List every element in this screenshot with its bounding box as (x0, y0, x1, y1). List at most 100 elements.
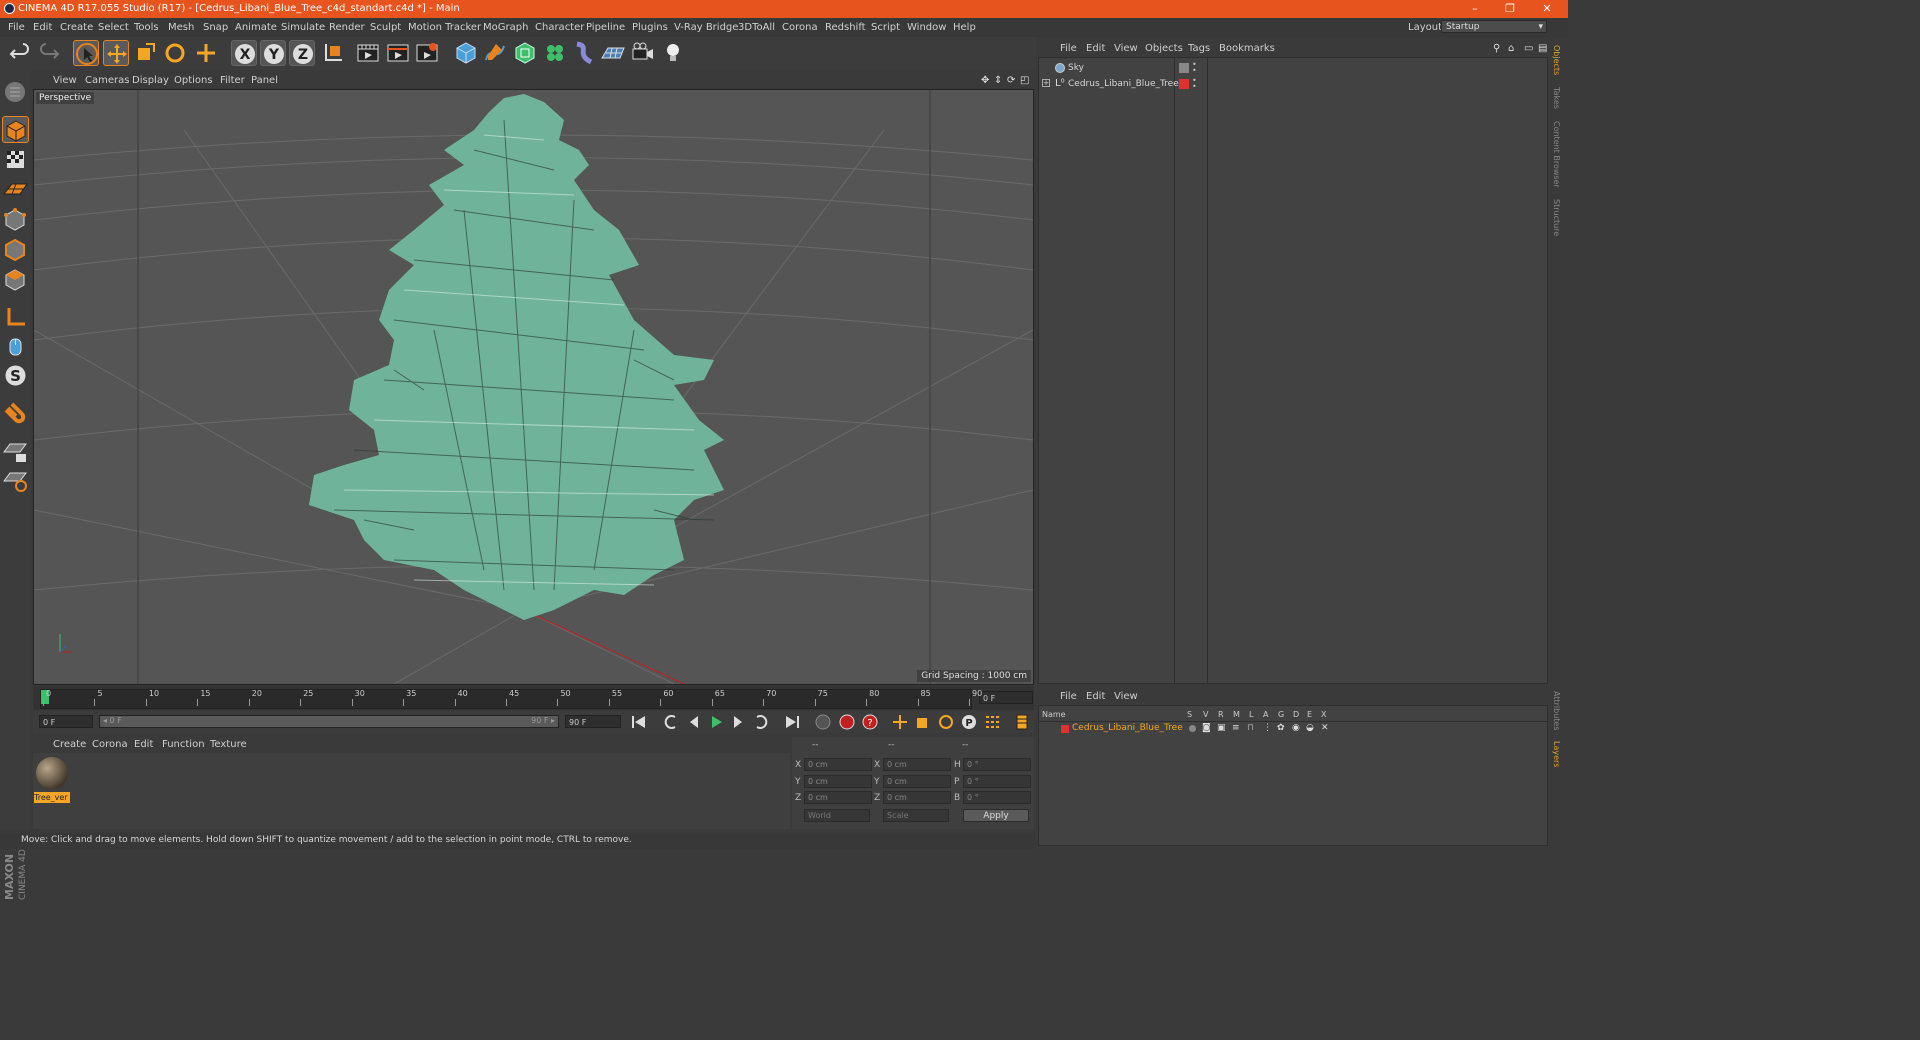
make-editable-icon[interactable] (2, 78, 29, 105)
viewport-menu-options[interactable]: Options (174, 75, 213, 86)
size-z-field[interactable]: 0 cm (883, 791, 951, 804)
object-menu-file[interactable]: File (1060, 43, 1077, 54)
texture-mode-icon[interactable] (2, 146, 29, 173)
menu-plugins[interactable]: Plugins (632, 22, 668, 33)
expressions-toggle-icon[interactable]: ◒ (1306, 723, 1314, 733)
size-y-field[interactable]: 0 cm (883, 775, 951, 788)
visibility-dots-icon[interactable]: • • (1192, 77, 1197, 91)
key-position-icon[interactable] (890, 713, 910, 731)
points-mode-icon[interactable] (2, 206, 29, 233)
rotation-p-field[interactable]: 0 ° (963, 775, 1031, 788)
edges-mode-icon[interactable] (2, 236, 29, 263)
cloner-icon[interactable] (542, 40, 568, 66)
key-rotation-icon[interactable] (936, 713, 956, 731)
model-mode-icon[interactable] (2, 116, 29, 143)
rotation-b-field[interactable]: 0 ° (963, 791, 1031, 804)
object-row-sky[interactable]: Sky • • (1039, 61, 1547, 76)
tab-structure[interactable]: Structure (1552, 199, 1561, 236)
next-frame-icon[interactable] (728, 713, 748, 731)
layer-tag-icon[interactable] (1179, 63, 1189, 73)
y-axis-icon[interactable]: Y (260, 40, 286, 66)
viewport-menu-view[interactable]: View (53, 75, 77, 86)
menu-sculpt[interactable]: Sculpt (370, 22, 401, 33)
lock-toggle-icon[interactable]: ⊓ (1247, 723, 1254, 733)
rotate-icon[interactable] (162, 40, 188, 66)
render-settings-icon[interactable] (414, 40, 440, 66)
generators-toggle-icon[interactable]: ✿ (1277, 723, 1285, 733)
axis-mode-icon[interactable] (2, 304, 29, 331)
menu-redshift[interactable]: Redshift (825, 22, 866, 33)
menu-help[interactable]: Help (953, 22, 976, 33)
restore-button[interactable]: ❐ (1495, 1, 1525, 17)
tab-content-browser[interactable]: Content Browser (1552, 121, 1561, 188)
menu-snap[interactable]: Snap (203, 22, 228, 33)
position-y-field[interactable]: 0 cm (804, 775, 872, 788)
end-frame-field[interactable]: 90 F (565, 715, 621, 728)
timeline-ruler[interactable]: 0 F 0 5 10 15 20 25 30 35 40 45 50 55 60 65 70 75 80 85 90 (33, 686, 1034, 710)
record-active-icon[interactable] (837, 713, 857, 731)
deformers-toggle-icon[interactable]: ◉ (1292, 723, 1300, 733)
solo-toggle-icon[interactable] (1189, 725, 1196, 732)
planar-workplane-icon[interactable] (2, 467, 29, 494)
frame-range-slider[interactable]: ◂ 0 F 90 F ▸ (99, 715, 559, 728)
subdivision-icon[interactable] (512, 40, 538, 66)
pen-spline-icon[interactable] (482, 40, 508, 66)
object-menu-edit[interactable]: Edit (1086, 43, 1105, 54)
coordinate-space-dropdown[interactable]: World (804, 809, 870, 822)
object-row-cedrus-libani-blue-tree[interactable]: + L⁰ Cedrus_Libani_Blue_Tree • • (1039, 77, 1547, 92)
keyframe-selection-icon[interactable] (813, 713, 833, 731)
material-menu-function[interactable]: Function (162, 739, 205, 750)
select-arrow-icon[interactable] (73, 40, 99, 66)
render-picture-viewer-icon[interactable] (385, 40, 411, 66)
layer-color-swatch[interactable] (1061, 725, 1069, 733)
object-menu-objects[interactable]: Objects (1145, 43, 1183, 54)
material-swatch[interactable]: Tree_ver (34, 755, 70, 803)
viewport-zoom-icon[interactable]: ⇕ (994, 75, 1002, 86)
size-x-field[interactable]: 0 cm (883, 758, 951, 771)
material-menu-create[interactable]: Create (53, 739, 86, 750)
menu-mesh[interactable]: Mesh (168, 22, 194, 33)
layout-dropdown[interactable]: Startup ▾ (1441, 20, 1547, 33)
timeline-window-icon[interactable] (1012, 713, 1032, 731)
x-axis-icon[interactable]: X (231, 40, 257, 66)
layer-color-icon[interactable] (1179, 79, 1189, 89)
deformer-icon[interactable] (571, 40, 597, 66)
tab-objects[interactable]: Objects (1552, 45, 1561, 75)
start-frame-field[interactable]: 0 F (39, 715, 93, 728)
viewport-menu-panel[interactable]: Panel (251, 75, 278, 86)
visibility-dots-icon[interactable]: • • (1192, 61, 1197, 75)
apply-button[interactable]: Apply (963, 809, 1029, 822)
tab-attributes[interactable]: Attributes (1552, 691, 1561, 731)
coordinate-system-icon[interactable] (320, 40, 346, 66)
light-icon[interactable] (660, 40, 686, 66)
size-mode-dropdown[interactable]: Scale (883, 809, 949, 822)
position-x-field[interactable]: 0 cm (804, 758, 872, 771)
polygons-mode-icon[interactable] (2, 266, 29, 293)
redo-icon[interactable] (36, 40, 62, 66)
play-icon[interactable] (706, 713, 726, 731)
key-scale-icon[interactable] (913, 713, 933, 731)
object-menu-view[interactable]: View (1114, 43, 1138, 54)
goto-start-icon[interactable] (629, 713, 649, 731)
viewport-rotate-icon[interactable]: ⟳ (1007, 75, 1015, 86)
key-point-level-icon[interactable] (982, 713, 1002, 731)
minimize-button[interactable]: – (1460, 1, 1490, 17)
menu-3dtoall[interactable]: 3DToAll (738, 22, 775, 33)
material-menu-edit[interactable]: Edit (134, 739, 153, 750)
viewport-move-icon[interactable]: ✥ (981, 75, 989, 86)
key-parameter-icon[interactable]: P (959, 713, 979, 731)
new-window-icon[interactable]: ▭ (1524, 43, 1533, 54)
menu-window[interactable]: Window (907, 22, 946, 33)
floor-icon[interactable] (600, 40, 626, 66)
menu-motion-tracker[interactable]: Motion Tracker (408, 22, 481, 33)
add-icon[interactable] (193, 40, 219, 66)
manager-toggle-icon[interactable]: ≡ (1232, 723, 1240, 733)
previous-key-icon[interactable] (661, 713, 681, 731)
lock-workplane-icon[interactable] (2, 438, 29, 465)
menu-character[interactable]: Character (535, 22, 584, 33)
menu-simulate[interactable]: Simulate (281, 22, 325, 33)
z-axis-icon[interactable]: Z (289, 40, 315, 66)
animation-toggle-icon[interactable]: ⋮ (1263, 723, 1272, 733)
workplane-icon[interactable] (2, 176, 29, 203)
undo-icon[interactable] (7, 40, 33, 66)
